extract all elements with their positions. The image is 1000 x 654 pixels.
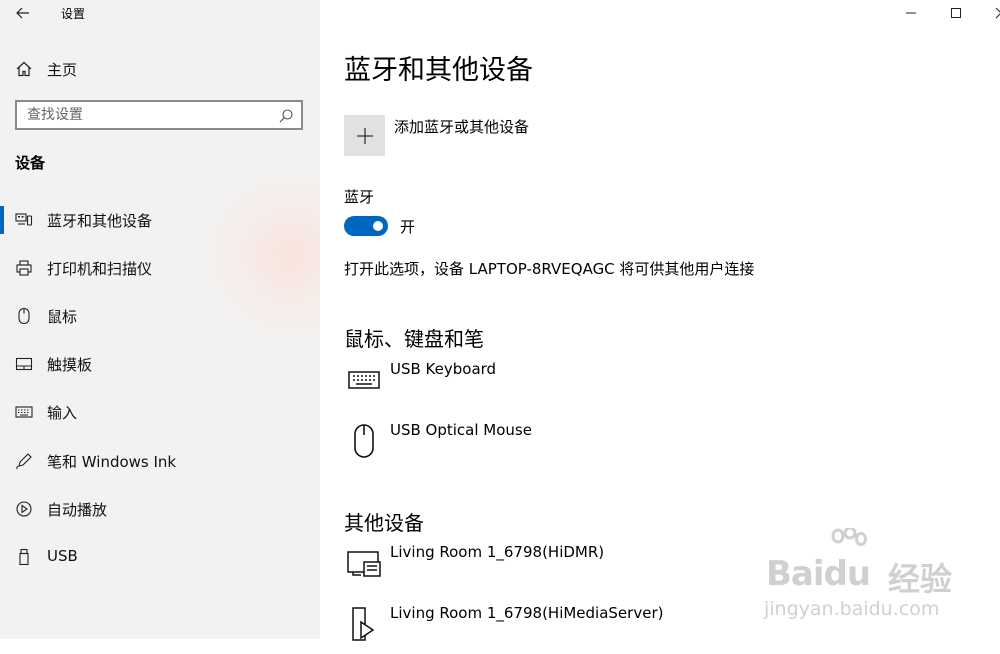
sidebar-item-label: USB <box>47 547 78 565</box>
sidebar-item-label: 输入 <box>47 404 78 422</box>
sidebar-item-label: 触摸板 <box>47 356 93 374</box>
sidebar-item-printers[interactable]: 打印机和扫描仪 <box>0 253 320 283</box>
bluetooth-state: 开 <box>400 218 416 236</box>
home-icon <box>14 59 34 79</box>
device-name: USB Optical Mouse <box>390 421 532 439</box>
sidebar-item-label: 笔和 Windows Ink <box>47 453 177 471</box>
plus-icon <box>356 127 373 144</box>
title-bar: 设置 <box>0 0 320 26</box>
toggle-knob <box>373 221 383 231</box>
sidebar-item-label: 打印机和扫描仪 <box>47 260 153 278</box>
add-device-label[interactable]: 添加蓝牙或其他设备 <box>394 116 529 137</box>
sidebar-item-home[interactable]: 主页 <box>0 56 320 82</box>
section-title: 设备 <box>15 154 46 172</box>
device-usb-keyboard[interactable]: USB Keyboard <box>344 360 944 410</box>
sidebar-item-label: 鼠标 <box>47 308 78 326</box>
watermark-url: jingyan.baidu.com <box>764 598 940 620</box>
page-title: 蓝牙和其他设备 <box>344 55 533 86</box>
device-name: USB Keyboard <box>390 360 497 378</box>
watermark-brand: Baidu <box>766 554 871 594</box>
arrow-left-icon <box>16 7 29 19</box>
add-device-button[interactable] <box>344 115 385 156</box>
close-button[interactable] <box>978 0 1000 26</box>
sidebar-item-autoplay[interactable]: 自动播放 <box>0 494 320 524</box>
sidebar-item-pen[interactable]: 笔和 Windows Ink <box>0 446 320 476</box>
app-title: 设置 <box>61 7 86 21</box>
group-title-other-devices: 其他设备 <box>344 511 424 535</box>
touchpad-icon <box>14 354 34 374</box>
minimize-button[interactable] <box>888 0 934 26</box>
keyboard-icon <box>344 360 384 400</box>
baidu-watermark: Baidu 经验 jingyan.baidu.com <box>760 528 980 628</box>
sidebar-item-bluetooth[interactable]: 蓝牙和其他设备 <box>0 205 320 235</box>
bluetooth-label: 蓝牙 <box>344 188 375 206</box>
search-box <box>15 100 303 130</box>
mouse-icon <box>344 421 384 461</box>
sidebar: 设置 主页 设备 蓝牙和其他设备 <box>0 0 320 639</box>
mouse-icon <box>14 306 34 326</box>
media-renderer-icon <box>344 543 384 583</box>
sidebar-item-touchpad[interactable]: 触摸板 <box>0 349 320 379</box>
sidebar-item-label: 蓝牙和其他设备 <box>47 212 153 230</box>
sidebar-item-label: 自动播放 <box>47 501 108 519</box>
bluetooth-description: 打开此选项，设备 LAPTOP-8RVEQAGC 将可供其他用户连接 <box>344 260 755 278</box>
active-indicator <box>0 206 4 234</box>
search-icon[interactable] <box>278 108 294 124</box>
device-usb-optical-mouse[interactable]: USB Optical Mouse <box>344 421 944 471</box>
sidebar-item-label: 主页 <box>47 61 78 79</box>
sidebar-item-typing[interactable]: 输入 <box>0 397 320 427</box>
bluetooth-toggle[interactable] <box>344 216 388 236</box>
close-icon <box>995 7 1000 19</box>
usb-icon <box>14 547 34 567</box>
media-server-icon <box>344 604 384 644</box>
device-name: Living Room 1_6798(HiDMR) <box>390 543 605 561</box>
autoplay-icon <box>14 499 34 519</box>
maximize-icon <box>951 8 961 18</box>
sidebar-item-mouse[interactable]: 鼠标 <box>0 301 320 331</box>
back-button[interactable] <box>10 2 36 24</box>
minimize-icon <box>906 12 916 14</box>
watermark-brand-text: 经验 <box>888 560 953 598</box>
sidebar-item-usb[interactable]: USB <box>0 542 320 572</box>
keyboard-icon <box>14 402 34 422</box>
group-title-input-devices: 鼠标、键盘和笔 <box>344 327 484 351</box>
bluetooth-devices-icon <box>14 210 34 230</box>
printer-icon <box>14 258 34 278</box>
device-name: Living Room 1_6798(HiMediaServer) <box>390 604 664 622</box>
maximize-button[interactable] <box>933 0 979 26</box>
pen-icon <box>14 451 34 471</box>
search-input[interactable] <box>27 105 272 125</box>
